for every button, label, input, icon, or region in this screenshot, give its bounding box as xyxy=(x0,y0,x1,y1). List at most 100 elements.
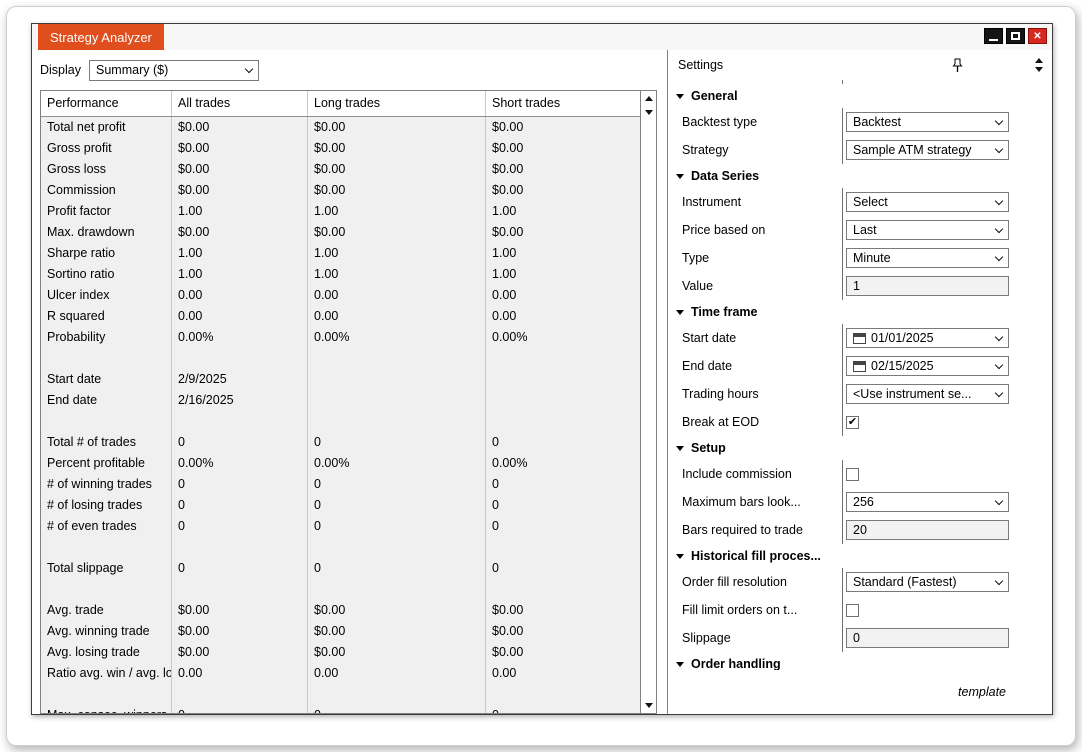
table-row[interactable]: Start date2/9/2025 xyxy=(41,369,640,390)
dropdown[interactable]: Last xyxy=(846,220,1009,240)
property-control xyxy=(846,604,1009,617)
metric-value: $0.00 xyxy=(172,180,308,201)
checkbox-unchecked[interactable] xyxy=(846,604,859,617)
collapse-arrow-icon xyxy=(676,662,684,667)
table-row[interactable]: Total slippage000 xyxy=(41,558,640,579)
table-row[interactable]: Max. consec. winners000 xyxy=(41,705,640,714)
scroll-down-button[interactable] xyxy=(641,105,656,119)
close-button[interactable]: ✕ xyxy=(1028,28,1047,44)
table-row[interactable]: Percent profitable0.00%0.00%0.00% xyxy=(41,453,640,474)
table-row[interactable]: Profit factor1.001.001.00 xyxy=(41,201,640,222)
dropdown[interactable]: Sample ATM strategy xyxy=(846,140,1009,160)
table-row[interactable]: Gross loss$0.00$0.00$0.00 xyxy=(41,159,640,180)
metric-label: End date xyxy=(41,390,172,411)
settings-section-header[interactable]: General xyxy=(668,84,1052,108)
metric-label: Start date xyxy=(41,369,172,390)
checkbox-checked[interactable]: ✔ xyxy=(846,416,859,429)
table-row[interactable] xyxy=(41,348,640,369)
property-label: Maximum bars look... xyxy=(682,495,842,509)
table-row[interactable]: Ulcer index0.000.000.00 xyxy=(41,285,640,306)
table-row[interactable] xyxy=(41,537,640,558)
table-row[interactable]: Avg. trade$0.00$0.00$0.00 xyxy=(41,600,640,621)
display-dropdown-value: Summary ($) xyxy=(96,63,241,77)
table-row[interactable]: Avg. losing trade$0.00$0.00$0.00 xyxy=(41,642,640,663)
property-row: StrategySample ATM strategy xyxy=(668,136,1052,164)
metric-value: 1.00 xyxy=(308,264,486,285)
settings-section-header[interactable]: Time frame xyxy=(668,300,1052,324)
metric-value: 0.00 xyxy=(308,663,486,684)
metric-value xyxy=(172,579,308,600)
table-row[interactable]: # of losing trades000 xyxy=(41,495,640,516)
text-input[interactable]: 20 xyxy=(846,520,1009,540)
date-dropdown[interactable]: 02/15/2025 xyxy=(846,356,1009,376)
maximize-button[interactable] xyxy=(1006,28,1025,44)
metric-value: $0.00 xyxy=(308,180,486,201)
settings-section-header[interactable]: Order handling xyxy=(668,652,1052,670)
metric-value: 0 xyxy=(172,705,308,714)
column-header[interactable]: All trades xyxy=(172,91,308,116)
column-header[interactable]: Long trades xyxy=(308,91,486,116)
property-label: End date xyxy=(682,359,842,373)
scroll-down-button-bottom[interactable] xyxy=(641,698,656,712)
dropdown[interactable]: Select xyxy=(846,192,1009,212)
table-scrollbar[interactable] xyxy=(640,91,656,713)
metric-value: 0.00 xyxy=(172,663,308,684)
title-bar: Strategy Analyzer ✕ xyxy=(32,24,1052,50)
metric-value: 1.00 xyxy=(486,264,640,285)
table-row[interactable] xyxy=(41,684,640,705)
dropdown[interactable]: Standard (Fastest) xyxy=(846,572,1009,592)
table-row[interactable]: Total # of trades000 xyxy=(41,432,640,453)
table-row[interactable] xyxy=(41,411,640,432)
column-header[interactable]: Short trades xyxy=(486,91,640,116)
spin-down-icon[interactable] xyxy=(1035,67,1043,72)
table-row[interactable] xyxy=(41,579,640,600)
table-row[interactable]: Ratio avg. win / avg. lo0.000.000.00 xyxy=(41,663,640,684)
property-row: Backtest typeBacktest xyxy=(668,108,1052,136)
dropdown[interactable]: Backtest xyxy=(846,112,1009,132)
display-row: Display Summary ($) xyxy=(40,58,657,82)
metric-value: 0 xyxy=(308,474,486,495)
metric-value xyxy=(308,411,486,432)
table-row[interactable]: Sortino ratio1.001.001.00 xyxy=(41,264,640,285)
table-row[interactable]: R squared0.000.000.00 xyxy=(41,306,640,327)
table-row[interactable]: Commission$0.00$0.00$0.00 xyxy=(41,180,640,201)
selected-value: Minute xyxy=(853,251,991,265)
dropdown[interactable]: Minute xyxy=(846,248,1009,268)
template-link[interactable]: template xyxy=(958,685,1006,699)
settings-section-header[interactable]: Data Series xyxy=(668,164,1052,188)
table-row[interactable]: Gross profit$0.00$0.00$0.00 xyxy=(41,138,640,159)
property-label: Type xyxy=(682,251,842,265)
pin-icon[interactable] xyxy=(952,58,963,73)
date-dropdown[interactable]: 01/01/2025 xyxy=(846,328,1009,348)
metric-label: Avg. winning trade xyxy=(41,621,172,642)
table-row[interactable]: # of winning trades000 xyxy=(41,474,640,495)
minimize-button[interactable] xyxy=(984,28,1003,44)
column-header[interactable]: Performance xyxy=(41,91,172,116)
display-dropdown[interactable]: Summary ($) xyxy=(89,60,259,81)
settings-section-header[interactable]: Historical fill proces... xyxy=(668,544,1052,568)
table-row[interactable]: Avg. winning trade$0.00$0.00$0.00 xyxy=(41,621,640,642)
checkbox-unchecked[interactable] xyxy=(846,468,859,481)
table-row[interactable]: Max. drawdown$0.00$0.00$0.00 xyxy=(41,222,640,243)
selected-value: Last xyxy=(853,223,991,237)
window-title-tab[interactable]: Strategy Analyzer xyxy=(38,24,164,50)
dropdown[interactable]: 256 xyxy=(846,492,1009,512)
selected-value: 02/15/2025 xyxy=(871,359,991,373)
metric-value xyxy=(308,579,486,600)
text-input[interactable]: 1 xyxy=(846,276,1009,296)
table-row[interactable]: Sharpe ratio1.001.001.00 xyxy=(41,243,640,264)
table-row[interactable]: End date2/16/2025 xyxy=(41,390,640,411)
metric-label: Profit factor xyxy=(41,201,172,222)
dropdown[interactable]: <Use instrument se... xyxy=(846,384,1009,404)
property-label: Slippage xyxy=(682,631,842,645)
spin-up-icon[interactable] xyxy=(1035,58,1043,63)
settings-section-header[interactable]: Setup xyxy=(668,436,1052,460)
scroll-up-button[interactable] xyxy=(641,91,656,105)
metric-value: 0.00 xyxy=(172,285,308,306)
table-row[interactable]: Total net profit$0.00$0.00$0.00 xyxy=(41,117,640,138)
table-row[interactable]: # of even trades000 xyxy=(41,516,640,537)
table-row[interactable]: Probability0.00%0.00%0.00% xyxy=(41,327,640,348)
metric-label: Max. consec. winners xyxy=(41,705,172,714)
text-input[interactable]: 0 xyxy=(846,628,1009,648)
metric-value: 0.00 xyxy=(172,306,308,327)
